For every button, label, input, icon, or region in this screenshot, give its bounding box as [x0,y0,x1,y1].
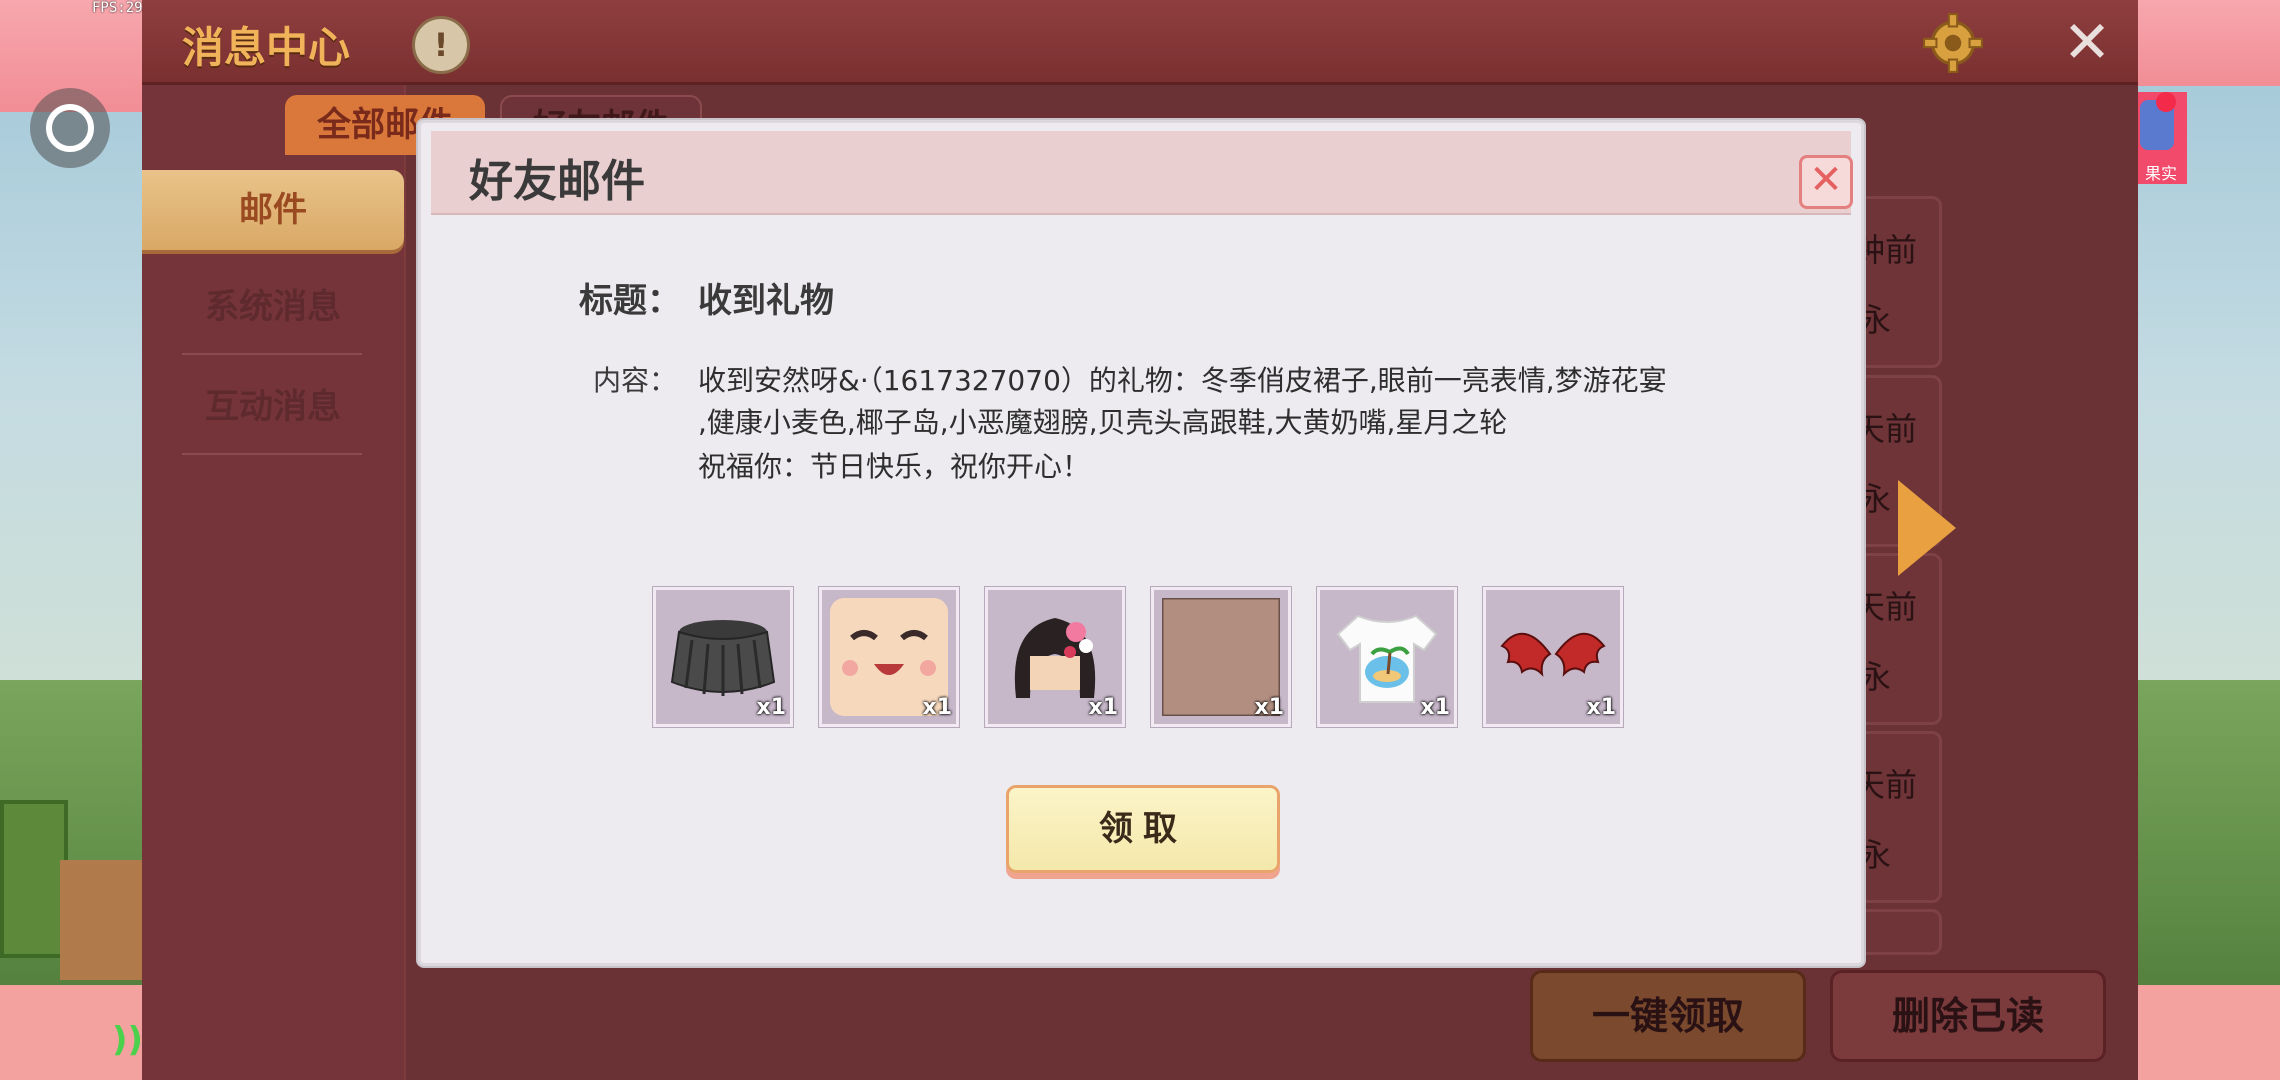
content-line: 祝福你：节日快乐，祝你开心！ [698,450,1091,483]
next-arrow-icon[interactable] [1898,480,1956,576]
gear-icon[interactable] [1922,12,1984,74]
item-quantity: x1 [1254,695,1285,720]
item-quantity: x1 [1420,695,1451,720]
dialog-title: 好友邮件 [469,156,645,207]
grass-block [0,800,68,958]
item-quantity: x1 [922,695,953,720]
content-line: 收到安然呀&·（1617327070）的礼物：冬季俏皮裙子,眼前一亮表情,梦游花… [698,364,1667,397]
friend-mail-dialog: 好友邮件 ✕ 标题： 收到礼物 内容： 收到安然呀&·（1617327070）的… [418,120,1864,966]
delete-read-button[interactable]: 删除已读 [1830,970,2106,1062]
top-banner-right [2135,0,2280,86]
message-center-title: 消息中心 [182,23,351,72]
sidebar-item-mail[interactable]: 邮件 [142,170,404,250]
sidebar-divider [182,353,362,355]
avatar-label: 果实 [2144,164,2177,183]
bottom-banner-right [2135,985,2280,1080]
item-quantity: x1 [1088,695,1119,720]
claim-all-button[interactable]: 一键领取 [1530,970,1806,1062]
content-label: 内容： [593,364,678,397]
sidebar-item-system-messages[interactable]: 系统消息 [142,267,404,347]
gift-item-slot[interactable]: x1 [1317,587,1457,727]
content-line: ,健康小麦色,椰子岛,小恶魔翅膀,贝壳头高跟鞋,大黄奶嘴,星月之轮 [698,406,1508,439]
sidebar-divider [182,453,362,455]
gift-item-slot[interactable]: x1 [653,587,793,727]
dialog-header: 好友邮件 ✕ [431,131,1853,215]
message-center-header: 消息中心 ! ✕ [142,0,2138,85]
subject-value: 收到礼物 [698,281,834,321]
notification-dot [2156,92,2176,112]
item-quantity: x1 [1586,695,1617,720]
item-quantity: x1 [756,695,787,720]
sidebar-item-interaction-messages[interactable]: 互动消息 [142,367,404,447]
gift-item-slot[interactable]: x1 [819,587,959,727]
dirt-block [60,860,142,980]
gift-item-slot[interactable]: x1 [1151,587,1291,727]
claim-button[interactable]: 领取 [1006,785,1280,873]
gift-item-slot[interactable]: x1 [1483,587,1623,727]
close-icon[interactable]: ✕ [1799,155,1853,209]
record-button[interactable] [30,88,110,168]
subject-label: 标题： [579,281,681,321]
close-icon[interactable]: ✕ [2057,12,2117,72]
info-icon[interactable]: ! [412,16,470,74]
sidebar: 邮件 系统消息 互动消息 [142,85,404,1080]
gift-item-slot[interactable]: x1 [985,587,1125,727]
